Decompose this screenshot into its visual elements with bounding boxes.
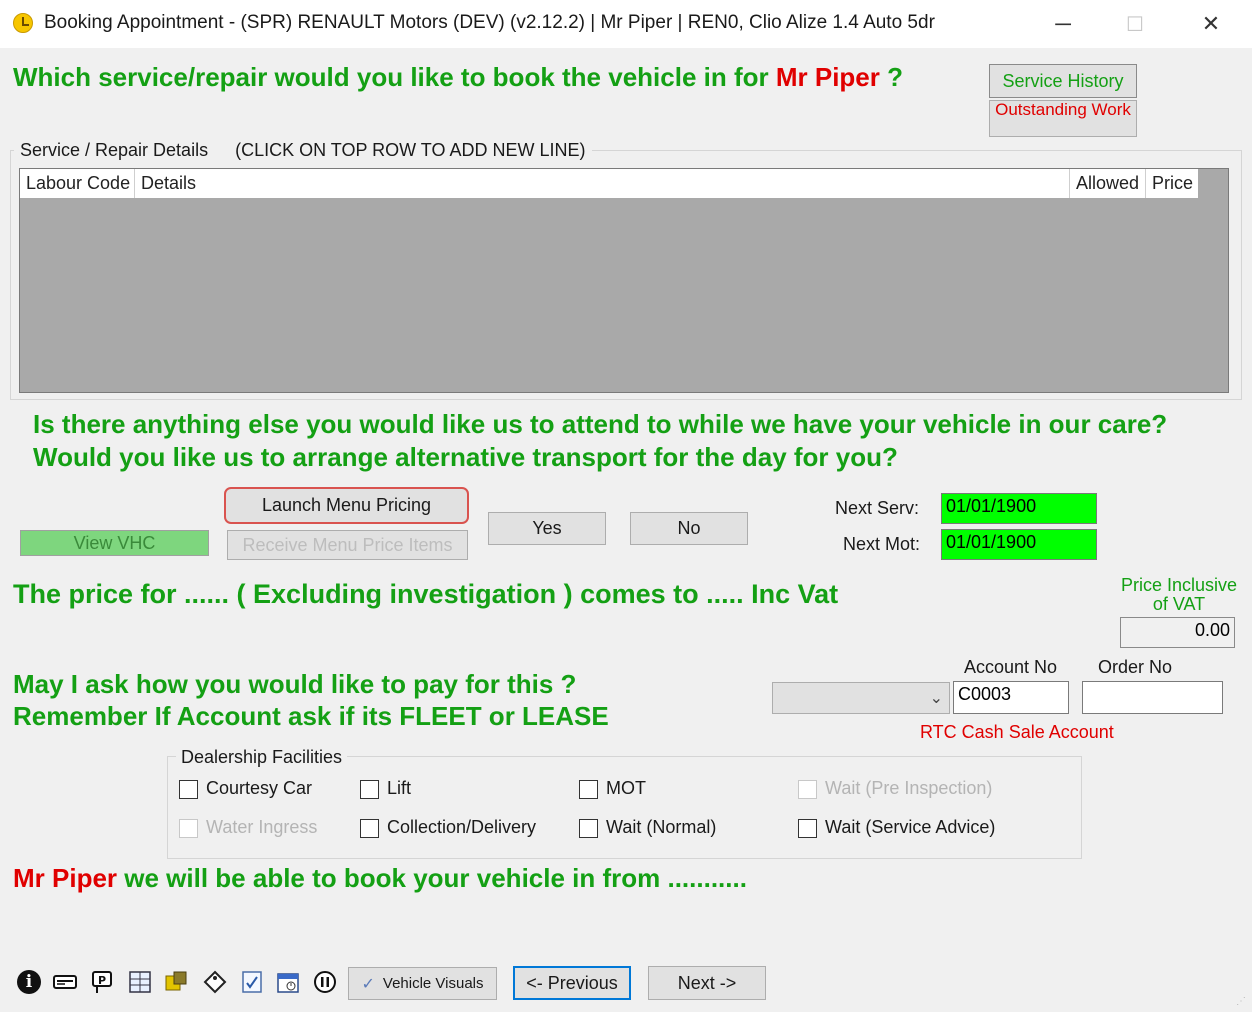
courtesy-car-checkbox[interactable] [179, 780, 198, 799]
lift-checkbox[interactable] [360, 780, 379, 799]
wait-normal-label: Wait (Normal) [606, 817, 717, 837]
price-inclusive-label: Price Inclusive of VAT [1112, 576, 1246, 614]
order-no-field[interactable] [1082, 681, 1223, 714]
vehicle-visuals-icon: ✓ [361, 975, 375, 993]
service-history-button[interactable]: Service History [989, 64, 1137, 98]
check-doc-icon[interactable] [239, 968, 265, 996]
price-sentence: The price for ...... ( Excluding investi… [13, 579, 839, 609]
maximize-button[interactable]: ☐ [1104, 0, 1166, 48]
app-icon [13, 13, 33, 33]
wait-normal-checkbox[interactable] [579, 819, 598, 838]
service-question-text: Which service/repair would you like to b… [13, 62, 769, 92]
vehicle-visuals-label: Vehicle Visuals [382, 975, 484, 992]
parts-icon[interactable] [164, 968, 190, 996]
col-allowed[interactable]: Allowed [1070, 169, 1146, 198]
wait-service-advice-label: Wait (Service Advice) [825, 817, 996, 837]
facilities-group [167, 756, 1082, 859]
col-price[interactable]: Price [1146, 169, 1198, 198]
repair-details-group-label: Service / Repair Details (CLICK ON TOP R… [14, 140, 592, 161]
courtesy-car-label: Courtesy Car [206, 778, 313, 798]
order-no-label: Order No [1098, 657, 1173, 677]
wait-pre-inspection-label: Wait (Pre Inspection) [825, 778, 993, 798]
repair-hint: (CLICK ON TOP ROW TO ADD NEW LINE) [235, 140, 586, 160]
mot-label: MOT [606, 778, 646, 798]
parking-icon[interactable]: P [89, 968, 115, 996]
view-vhc-button[interactable]: View VHC [20, 530, 209, 556]
next-serv-label: Next Serv: [835, 498, 920, 518]
payment-question: May I ask how you would like to pay for … [13, 669, 577, 699]
outstanding-work-button[interactable]: Outstanding Work [989, 100, 1137, 137]
next-button[interactable]: Next -> [648, 966, 766, 1000]
water-ingress-label: Water Ingress [206, 817, 318, 837]
mot-checkbox[interactable] [579, 780, 598, 799]
col-labour-code[interactable]: Labour Code [20, 169, 135, 198]
yes-button[interactable]: Yes [488, 512, 606, 545]
minimize-button[interactable]: ─ [1032, 0, 1094, 48]
vehicle-visuals-button[interactable]: ✓ Vehicle Visuals [348, 967, 497, 1000]
customer-name: Mr Piper [775, 62, 880, 92]
collection-delivery-checkbox[interactable] [360, 819, 379, 838]
pause-icon[interactable] [312, 968, 338, 996]
booking-from-text: we will be able to book your vehicle in … [124, 863, 747, 893]
service-question: Which service/repair would you like to b… [13, 62, 903, 93]
chevron-down-icon: ⌄ [929, 690, 943, 707]
account-reminder: Remember If Account ask if its FLEET or … [13, 701, 609, 731]
anything-else-prompt: Is there anything else you would like us… [33, 409, 1168, 439]
account-no-field[interactable]: C0003 [953, 681, 1069, 714]
payment-type-select[interactable]: ⌄ [772, 682, 950, 714]
wait-pre-inspection-checkbox[interactable] [798, 780, 817, 799]
svg-text:P: P [98, 974, 106, 987]
calendar-icon[interactable] [275, 968, 301, 996]
facilities-group-label: Dealership Facilities [176, 747, 348, 768]
col-details[interactable]: Details [135, 169, 1070, 198]
close-button[interactable]: ✕ [1180, 0, 1242, 48]
account-name: RTC Cash Sale Account [920, 722, 1114, 742]
price-inclusive-label-line1: Price Inclusive [1120, 575, 1238, 595]
wait-service-advice-checkbox[interactable] [798, 819, 817, 838]
tag-icon[interactable] [202, 968, 228, 996]
price-inclusive-field[interactable]: 0.00 [1120, 617, 1235, 648]
account-no-label: Account No [964, 657, 1058, 677]
window-title: Booking Appointment - (SPR) RENAULT Moto… [44, 12, 935, 33]
resize-grip-icon[interactable]: ⋰ [1236, 996, 1248, 1008]
lift-label: Lift [387, 778, 412, 798]
booking-from-sentence: Mr Piper we will be able to book your ve… [13, 863, 747, 894]
card-reader-icon[interactable] [52, 968, 78, 996]
repair-grid-header: Labour Code Details Allowed Price [20, 169, 1198, 198]
next-mot-label: Next Mot: [843, 534, 921, 554]
transport-prompt: Would you like us to arrange alternative… [33, 442, 898, 472]
previous-button[interactable]: <- Previous [513, 966, 631, 1000]
booking-customer-name: Mr Piper [13, 863, 118, 893]
receive-menu-price-items-button[interactable]: Receive Menu Price Items [227, 530, 468, 560]
repair-grid[interactable]: Labour Code Details Allowed Price [19, 168, 1229, 393]
no-button[interactable]: No [630, 512, 748, 545]
launch-menu-pricing-button[interactable]: Launch Menu Pricing [224, 487, 469, 524]
next-serv-field[interactable]: 01/01/1900 [941, 493, 1097, 524]
price-inclusive-label-line2: of VAT [1152, 594, 1206, 614]
info-icon[interactable]: i [16, 968, 42, 996]
water-ingress-checkbox[interactable] [179, 819, 198, 838]
next-mot-field[interactable]: 01/01/1900 [941, 529, 1097, 560]
repair-group-title: Service / Repair Details [20, 140, 209, 160]
question-mark: ? [887, 62, 904, 92]
grid-icon[interactable] [127, 968, 153, 996]
collection-delivery-label: Collection/Delivery [387, 817, 537, 837]
